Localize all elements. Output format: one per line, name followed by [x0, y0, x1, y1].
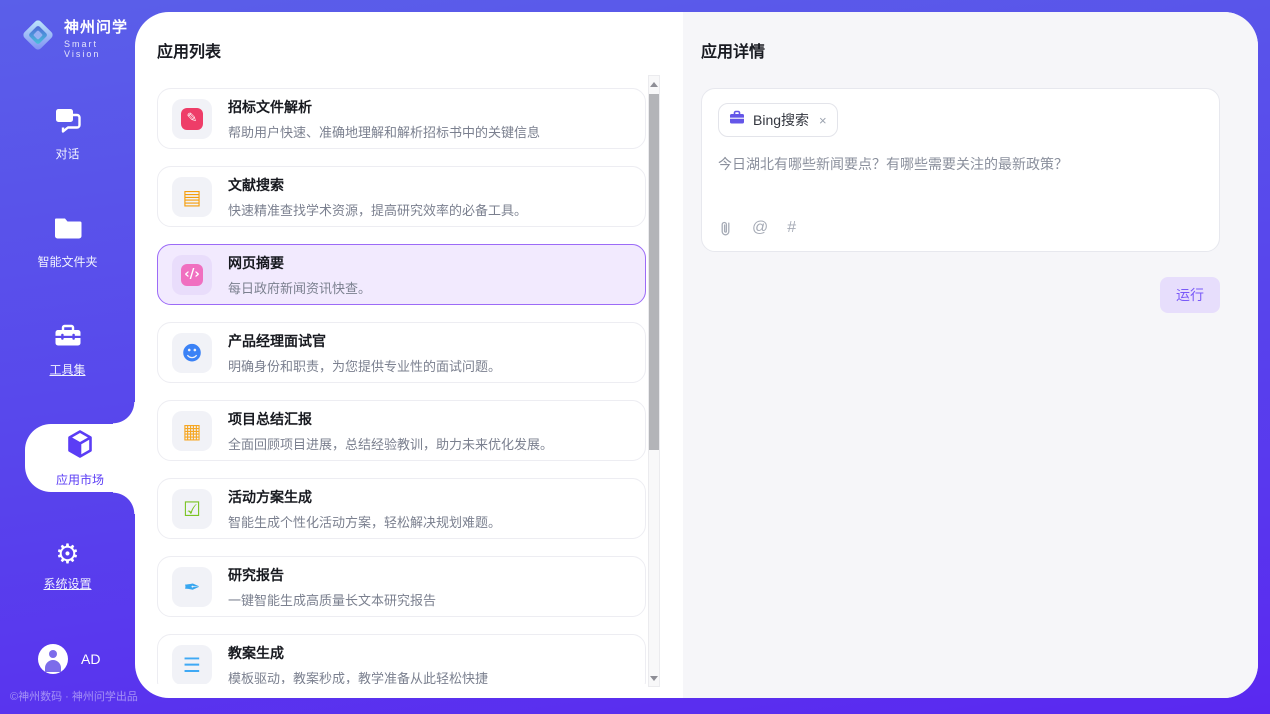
app-card-description: 全面回顾项目进展，总结经验教训，助力未来优化发展。: [228, 434, 553, 453]
literature-search-icon: ▤: [172, 177, 212, 217]
app-card[interactable]: ✎ 招标文件解析 帮助用户快速、准确地理解和解析招标书中的关键信息: [157, 88, 646, 149]
attachment-toolbar: @ #: [718, 219, 1203, 239]
app-card-list: ✎ 招标文件解析 帮助用户快速、准确地理解和解析招标书中的关键信息 ▤ 文献搜索…: [157, 88, 646, 684]
app-card-description: 明确身份和职责，为您提供专业性的面试问题。: [228, 356, 501, 375]
run-button[interactable]: 运行: [1160, 277, 1220, 313]
app-card-title: 招标文件解析: [228, 97, 540, 117]
prompt-card[interactable]: Bing搜索 × 今日湖北有哪些新闻要点？有哪些需要关注的最新政策？ @ #: [701, 88, 1220, 252]
app-detail-panel: 应用详情 Bing搜索 × 今日湖北有哪些新闻要点？有哪些需要关注的最新政策？: [683, 12, 1258, 698]
app-card[interactable]: ☻ 产品经理面试官 明确身份和职责，为您提供专业性的面试问题。: [157, 322, 646, 383]
app-list-scrollbar[interactable]: [648, 75, 660, 687]
app-card-title: 网页摘要: [228, 253, 371, 273]
pm-interviewer-icon: ☻: [172, 333, 212, 373]
user-initials: AD: [81, 651, 100, 667]
sidebar-item-app-market[interactable]: 应用市场: [25, 424, 135, 492]
app-list-title: 应用列表: [157, 38, 683, 62]
sidebar-nav: 对话 智能文件夹: [0, 100, 135, 600]
at-icon[interactable]: @: [752, 219, 768, 237]
avatar: [38, 644, 68, 674]
sidebar-item-label: 系统设置: [43, 575, 91, 592]
sidebar-item-toolset[interactable]: 工具集: [0, 316, 135, 384]
app-card-title: 项目总结汇报: [228, 409, 553, 429]
main-panel: 应用列表 ✎ 招标文件解析 帮助用户快速、准确地理解和解析招标书中的关键信息 ▤…: [135, 12, 1258, 698]
app-card-description: 模板驱动，教案秒成，教学准备从此轻松快捷: [228, 668, 488, 685]
app-card-description: 帮助用户快速、准确地理解和解析招标书中的关键信息: [228, 122, 540, 141]
app-detail-title: 应用详情: [701, 38, 1220, 62]
app-card-title: 活动方案生成: [228, 487, 501, 507]
app-card-description: 智能生成个性化活动方案，轻松解决规划难题。: [228, 512, 501, 531]
research-report-icon: ✒: [172, 567, 212, 607]
paperclip-icon[interactable]: [718, 220, 733, 237]
app-card[interactable]: ‹/› 网页摘要 每日政府新闻资讯快查。: [157, 244, 646, 305]
folder-icon: [53, 215, 83, 246]
briefcase-icon: [729, 110, 745, 130]
brand-name: 神州问学: [64, 16, 135, 37]
lesson-plan-icon: ☰: [172, 645, 212, 685]
sidebar-item-label: 智能文件夹: [37, 253, 97, 270]
app-card-description: 快速精准查找学术资源，提高研究效率的必备工具。: [228, 200, 527, 219]
sidebar: 神州问学 Smart Vision 对话: [0, 0, 135, 714]
diamond-logo-icon: [20, 17, 56, 58]
scroll-up-arrow-icon[interactable]: [649, 78, 659, 90]
prompt-text[interactable]: 今日湖北有哪些新闻要点？有哪些需要关注的最新政策？: [718, 154, 1203, 219]
app-window: 神州问学 Smart Vision 对话: [0, 0, 1270, 714]
sidebar-item-settings[interactable]: ⚙ 系统设置: [0, 532, 135, 600]
app-card[interactable]: ▤ 文献搜索 快速精准查找学术资源，提高研究效率的必备工具。: [157, 166, 646, 227]
brand-logo: 神州问学 Smart Vision: [20, 16, 135, 59]
chat-icon: [53, 107, 83, 138]
tool-tag-bing-search[interactable]: Bing搜索 ×: [718, 103, 838, 137]
app-card-description: 一键智能生成高质量长文本研究报告: [228, 590, 436, 609]
hash-icon[interactable]: #: [787, 219, 796, 237]
app-card-title: 教案生成: [228, 643, 488, 663]
event-plan-icon: ☑: [172, 489, 212, 529]
scrollbar-thumb[interactable]: [649, 94, 659, 450]
sidebar-item-smart-folder[interactable]: 智能文件夹: [0, 208, 135, 276]
tag-close-icon[interactable]: ×: [819, 113, 827, 128]
sidebar-item-chat[interactable]: 对话: [0, 100, 135, 168]
app-card[interactable]: ☑ 活动方案生成 智能生成个性化活动方案，轻松解决规划难题。: [157, 478, 646, 539]
sidebar-item-label: 工具集: [49, 361, 85, 378]
web-summary-icon: ‹/›: [172, 255, 212, 295]
app-card-title: 产品经理面试官: [228, 331, 501, 351]
app-list-panel: 应用列表 ✎ 招标文件解析 帮助用户快速、准确地理解和解析招标书中的关键信息 ▤…: [135, 12, 683, 698]
cube-icon: [65, 429, 95, 464]
user-chip[interactable]: AD: [38, 644, 100, 674]
app-card[interactable]: ✒ 研究报告 一键智能生成高质量长文本研究报告: [157, 556, 646, 617]
sidebar-item-label: 应用市场: [56, 471, 104, 488]
project-summary-icon: ▦: [172, 411, 212, 451]
app-card-description: 每日政府新闻资讯快查。: [228, 278, 371, 297]
sidebar-item-label: 对话: [55, 145, 79, 162]
scroll-down-arrow-icon[interactable]: [649, 672, 659, 684]
app-card[interactable]: ☰ 教案生成 模板驱动，教案秒成，教学准备从此轻松快捷: [157, 634, 646, 684]
toolbox-icon: [53, 323, 83, 354]
app-card[interactable]: ▦ 项目总结汇报 全面回顾项目进展，总结经验教训，助力未来优化发展。: [157, 400, 646, 461]
tool-tag-label: Bing搜索: [753, 110, 809, 130]
gear-icon: ⚙: [55, 540, 79, 568]
bid-document-icon: ✎: [172, 99, 212, 139]
app-card-title: 文献搜索: [228, 175, 527, 195]
brand-tagline: Smart Vision: [64, 39, 135, 59]
copyright-text: ©神州数码 · 神州问学出品: [10, 688, 138, 704]
app-card-title: 研究报告: [228, 565, 436, 585]
